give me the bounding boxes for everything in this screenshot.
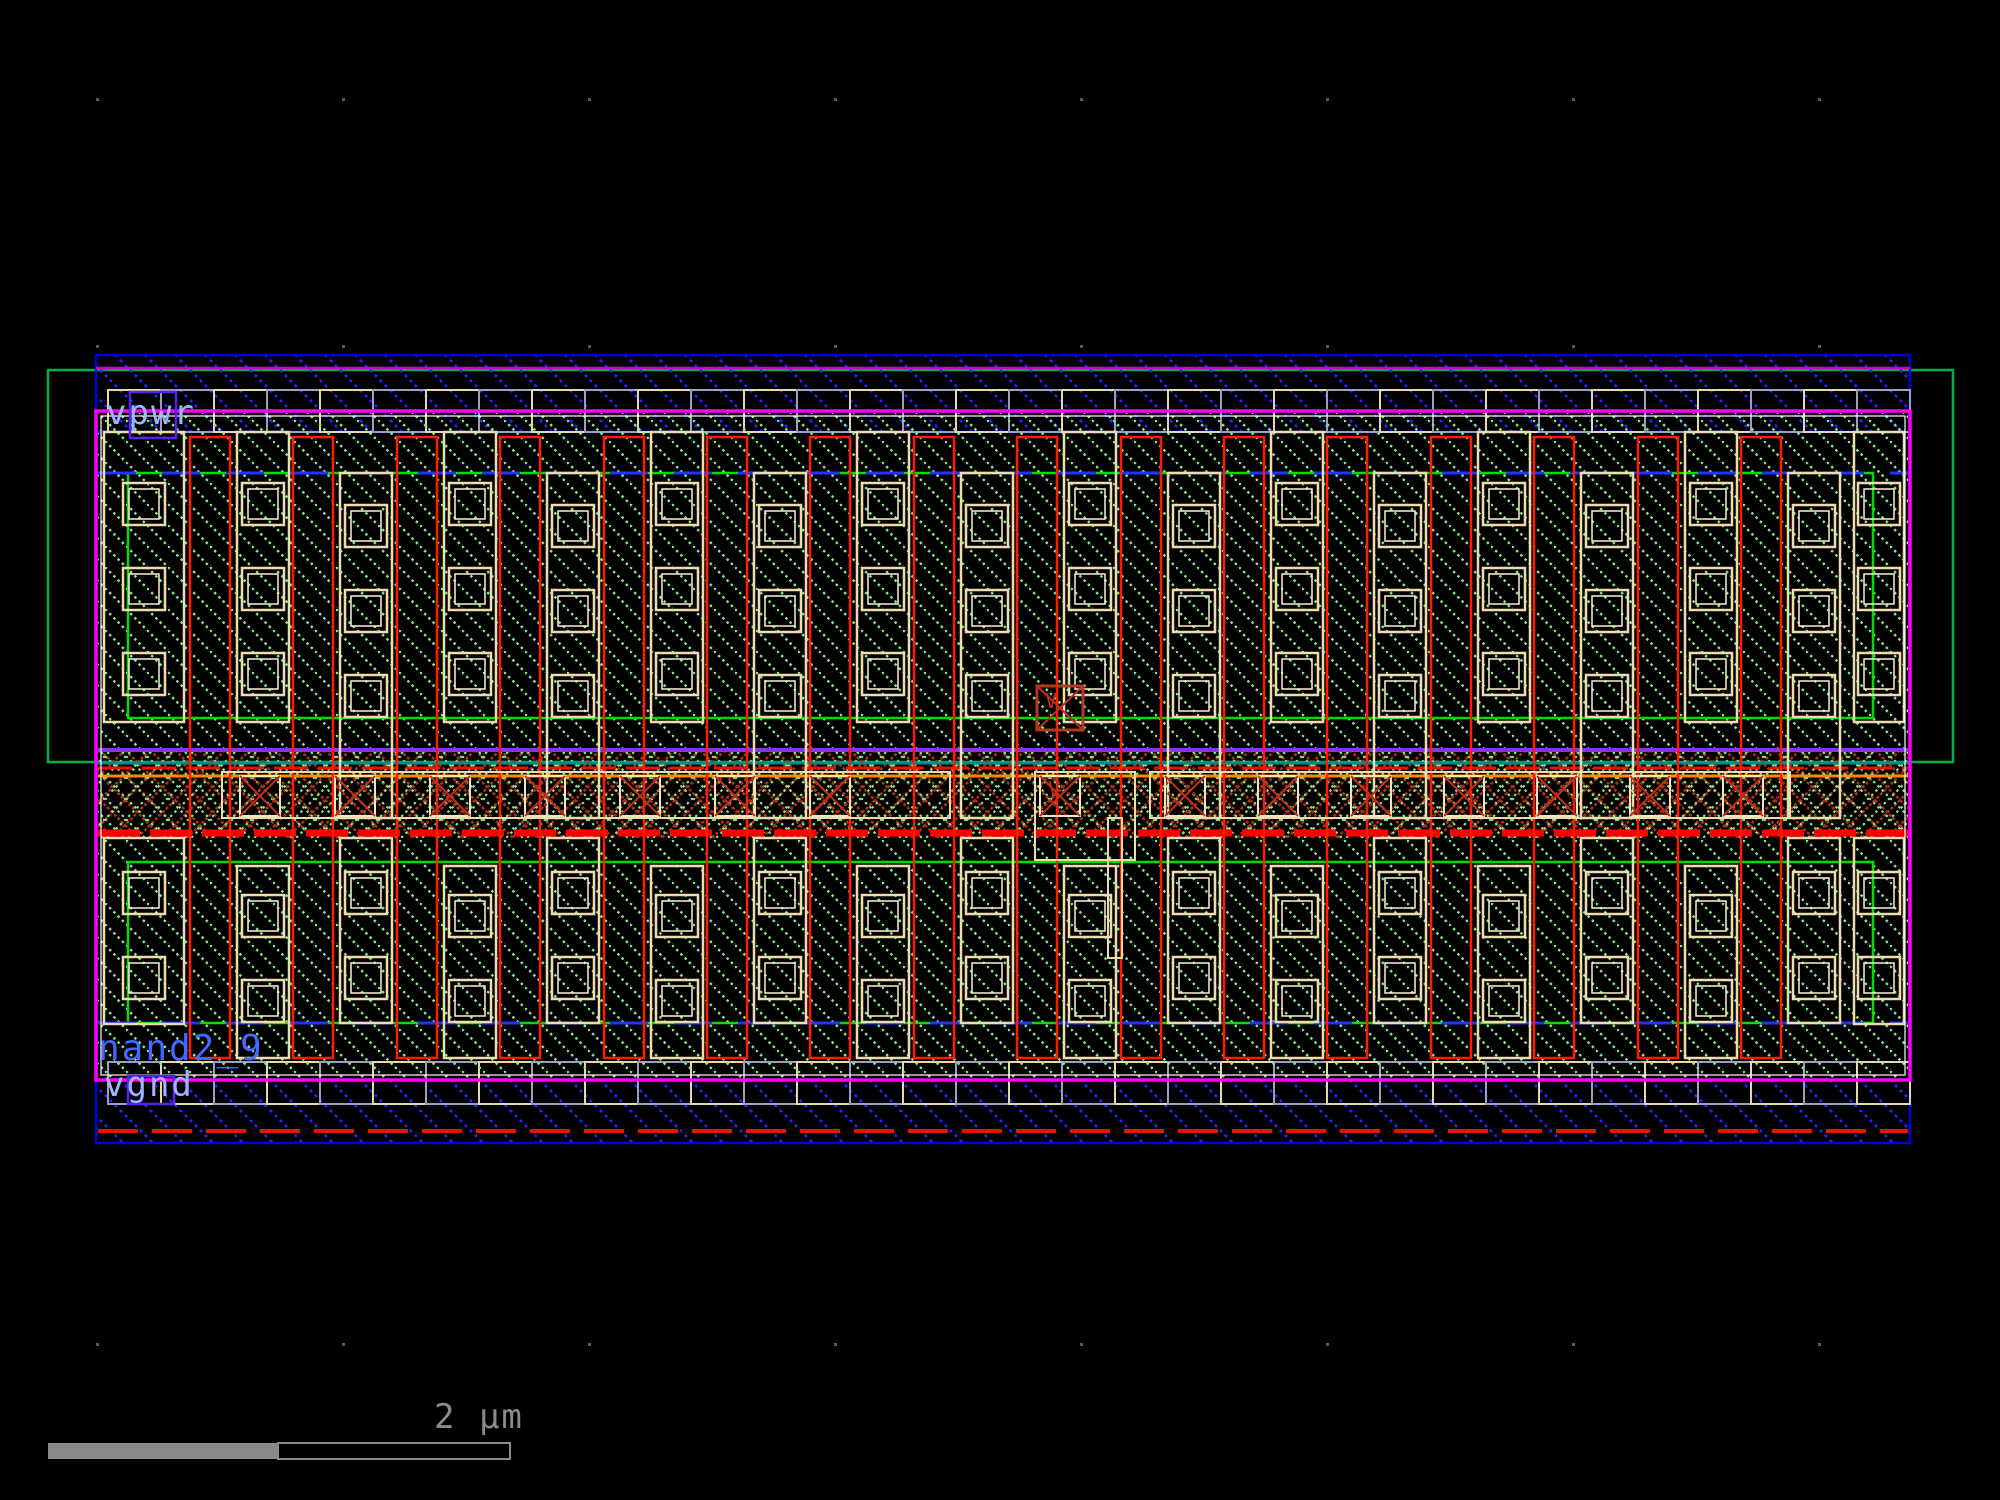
- grid-dot: [342, 1343, 345, 1346]
- grid-dot: [834, 1343, 837, 1346]
- grid-dot: [96, 345, 99, 348]
- pdiff-hatch-region: [98, 413, 1908, 750]
- grid-dot: [588, 98, 591, 101]
- grid-dot: [834, 98, 837, 101]
- grid-dot: [1080, 98, 1083, 101]
- grid-dot: [96, 1343, 99, 1346]
- via-letter: V: [1045, 689, 1057, 713]
- grid-dot: [1326, 345, 1329, 348]
- vgnd-metal1-rail: [94, 1078, 1912, 1145]
- grid-dot: [342, 98, 345, 101]
- grid-dot: [96, 98, 99, 101]
- grid-dot: [588, 1343, 591, 1346]
- grid-dot: [1080, 1343, 1083, 1346]
- grid-dot: [342, 345, 345, 348]
- cell-instance-label: nand2_9: [98, 1028, 264, 1069]
- via-letter: V: [1048, 777, 1060, 801]
- grid-dot: [1326, 1343, 1329, 1346]
- vpwr-label: vpwr: [106, 393, 196, 433]
- grid-dot: [1326, 98, 1329, 101]
- grid-dot: [588, 345, 591, 348]
- scalebar-label: 2 μm: [434, 1397, 524, 1437]
- scalebar-filled-segment: [48, 1443, 278, 1459]
- grid-dot: [1818, 98, 1821, 101]
- grid-dot: [1572, 98, 1575, 101]
- grid-dot: [1080, 345, 1083, 348]
- layout-canvas[interactable]: V V vpwr nand2_9 vgnd 2 μm: [0, 0, 2000, 1500]
- grid-dot: [1818, 1343, 1821, 1346]
- grid-dot: [1818, 345, 1821, 348]
- grid-dot: [1572, 1343, 1575, 1346]
- vgnd-label: vgnd: [104, 1065, 194, 1105]
- layout-drawing: V V vpwr nand2_9 vgnd 2 μm: [0, 0, 2000, 1500]
- grid-dot: [1572, 345, 1575, 348]
- grid-dot: [834, 345, 837, 348]
